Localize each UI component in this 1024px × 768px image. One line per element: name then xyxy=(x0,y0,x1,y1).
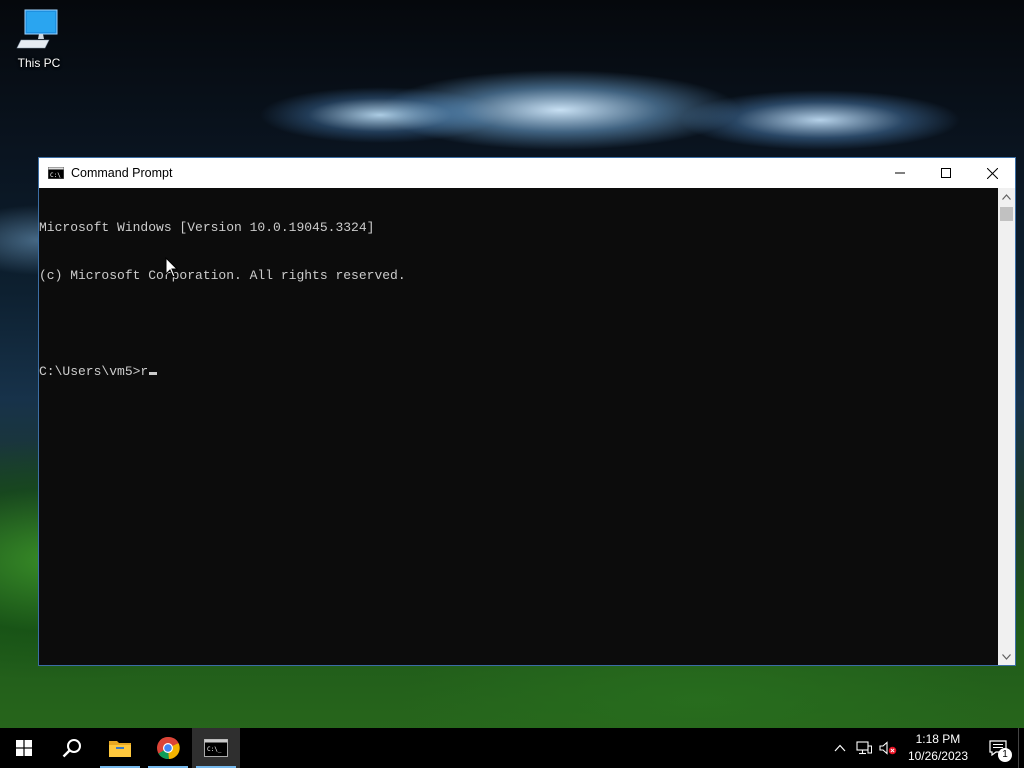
maximize-icon xyxy=(941,168,951,178)
text-cursor xyxy=(149,372,158,375)
console-prompt-line[interactable]: C:\Users\vm5>r xyxy=(39,364,999,380)
start-button[interactable] xyxy=(0,728,48,768)
chevron-up-icon xyxy=(1002,193,1011,200)
svg-text:C:\_: C:\_ xyxy=(207,746,222,753)
chevron-down-icon xyxy=(1002,653,1011,660)
chevron-up-icon xyxy=(834,744,846,752)
scroll-up-button[interactable] xyxy=(998,188,1015,205)
network-icon xyxy=(856,741,872,755)
cmd-icon: C:\_ xyxy=(204,739,228,757)
console-prompt-text: C:\Users\vm5>r xyxy=(39,364,149,379)
chrome-icon xyxy=(157,736,180,760)
minimize-button[interactable] xyxy=(877,158,923,188)
show-hidden-icons-button[interactable] xyxy=(828,728,852,768)
computer-icon xyxy=(16,9,58,49)
system-tray: 1:18 PM 10/26/2023 1 xyxy=(828,728,1024,768)
clock-time: 1:18 PM xyxy=(915,732,961,746)
command-prompt-window[interactable]: C:\ Command Prompt Microsoft Windows [Ve… xyxy=(38,157,1016,666)
maximize-button[interactable] xyxy=(923,158,969,188)
taskbar-file-explorer[interactable] xyxy=(96,728,144,768)
taskbar-chrome[interactable] xyxy=(144,728,192,768)
svg-text:C:\: C:\ xyxy=(50,172,61,179)
mouse-pointer-icon xyxy=(165,257,178,278)
console-output[interactable]: Microsoft Windows [Version 10.0.19045.33… xyxy=(39,188,999,665)
scrollbar-thumb[interactable] xyxy=(1000,207,1013,221)
title-bar[interactable]: C:\ Command Prompt xyxy=(39,158,1015,188)
action-center-button[interactable]: 1 xyxy=(978,728,1018,768)
search-icon xyxy=(62,739,81,758)
clock-date: 10/26/2023 xyxy=(907,749,968,763)
minimize-icon xyxy=(895,172,905,174)
desktop-icon-this-pc[interactable]: This PC xyxy=(10,8,68,70)
search-button[interactable] xyxy=(48,728,96,768)
volume-button[interactable] xyxy=(876,728,900,768)
notification-count-badge: 1 xyxy=(998,748,1012,762)
show-desktop-button[interactable] xyxy=(1018,728,1024,768)
close-icon xyxy=(986,167,998,179)
window-title: Command Prompt xyxy=(71,166,173,180)
network-button[interactable] xyxy=(852,728,876,768)
console-line: (c) Microsoft Corporation. All rights re… xyxy=(39,268,406,283)
taskbar-command-prompt[interactable]: C:\_ xyxy=(192,728,240,768)
windows-logo-icon xyxy=(16,740,32,756)
close-button[interactable] xyxy=(969,158,1015,188)
cmd-icon: C:\ xyxy=(48,167,64,179)
folder-icon xyxy=(109,741,131,757)
console-line: Microsoft Windows [Version 10.0.19045.33… xyxy=(39,220,375,235)
volume-muted-icon xyxy=(879,741,897,755)
vertical-scrollbar[interactable] xyxy=(998,188,1015,665)
scroll-down-button[interactable] xyxy=(998,648,1015,665)
taskbar-clock[interactable]: 1:18 PM 10/26/2023 xyxy=(908,731,968,765)
taskbar: C:\_ 1:18 PM 10/26/2023 1 xyxy=(0,728,1024,768)
desktop-icon-label: This PC xyxy=(17,56,61,70)
